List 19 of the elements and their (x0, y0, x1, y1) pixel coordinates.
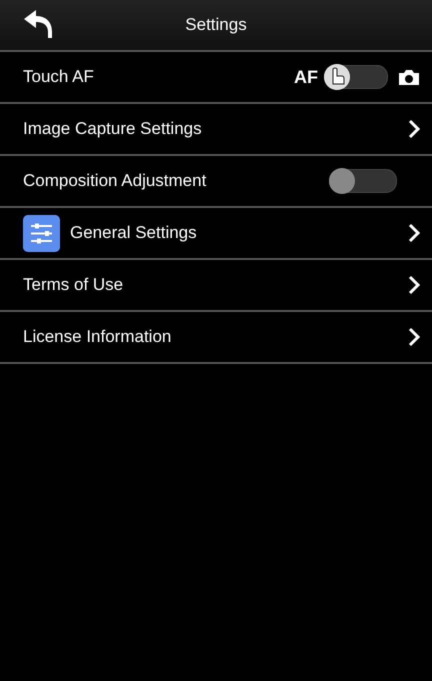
camera-icon (398, 68, 420, 86)
chevron-right-icon (408, 223, 420, 243)
af-camera-switch[interactable] (324, 65, 388, 89)
row-label: Composition Adjustment (23, 171, 208, 191)
toggle-switch[interactable] (329, 169, 397, 193)
row-label: Image Capture Settings (23, 119, 203, 139)
row-label: Touch AF (23, 67, 95, 87)
settings-row[interactable]: Image Capture Settings (0, 104, 432, 156)
chevron-right-icon (408, 275, 420, 295)
chevron-right-icon (408, 119, 420, 139)
settings-row[interactable]: License Information (0, 312, 432, 364)
row-label: General Settings (70, 223, 198, 243)
settings-row[interactable]: General Settings (0, 208, 432, 260)
row-label: Terms of Use (23, 275, 124, 295)
af-label: AF (294, 66, 318, 88)
row-label: License Information (23, 327, 172, 347)
chevron-right-icon (408, 327, 420, 347)
header-title: Settings (185, 15, 247, 35)
settings-row[interactable]: Terms of Use (0, 260, 432, 312)
